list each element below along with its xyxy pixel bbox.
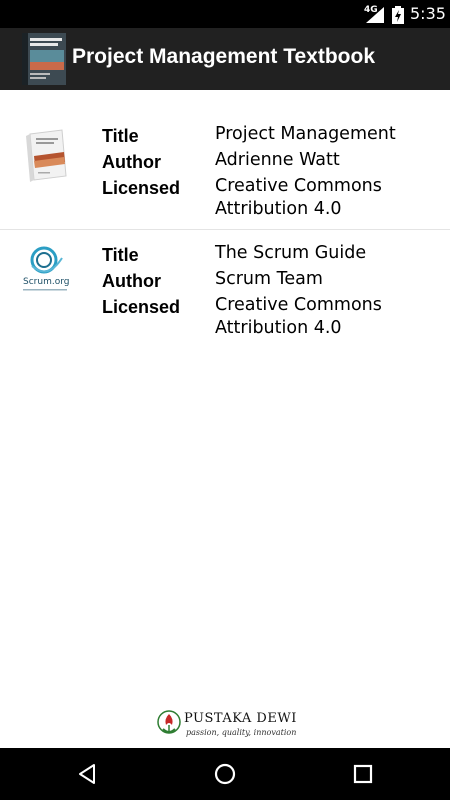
book-author: Scrum Team <box>215 269 323 289</box>
book-list: Title Project Management Author Adrienne… <box>0 90 450 360</box>
book-title: The Scrum Guide <box>215 243 367 263</box>
project-management-book-cover <box>26 129 67 182</box>
author-label: Author <box>102 152 161 172</box>
book-cover-icon <box>22 33 66 85</box>
book-author: Adrienne Watt <box>215 150 340 170</box>
back-icon[interactable] <box>76 762 100 786</box>
scrum-org-logo: Scrum.org <box>23 246 69 291</box>
scrum-logo-text: Scrum.org <box>23 277 69 287</box>
home-icon[interactable] <box>213 762 237 786</box>
book-license: Creative Commons Attribution 4.0 <box>215 176 382 219</box>
signal-icon <box>366 7 384 23</box>
app-bar: Project Management Textbook <box>0 28 450 90</box>
brand-name: PUSTAKA DEWI <box>184 711 297 726</box>
navigation-bar <box>0 748 450 800</box>
brand-tagline: passion, quality, innovation <box>186 728 297 737</box>
app-title: Project Management Textbook <box>72 45 376 68</box>
flower-logo-icon <box>157 710 181 734</box>
footer-logo: PUSTAKA DEWI passion, quality, innovatio… <box>156 709 296 743</box>
title-label: Title <box>102 245 139 265</box>
book-license: Creative Commons Attribution 4.0 <box>215 295 382 338</box>
list-item[interactable]: Scrum.org Title The Scrum Guide Author S… <box>0 230 450 360</box>
clock: 5:35 <box>410 4 446 23</box>
license-label: Licensed <box>102 178 181 198</box>
book-title: Project Management <box>215 124 396 144</box>
license-label: Licensed <box>102 297 181 317</box>
recents-icon[interactable] <box>351 762 375 786</box>
author-label: Author <box>102 271 161 291</box>
title-label: Title <box>102 126 139 146</box>
battery-charging-icon <box>392 6 404 24</box>
list-item[interactable]: Title Project Management Author Adrienne… <box>0 90 450 230</box>
status-bar: 4G 5:35 <box>0 0 450 28</box>
